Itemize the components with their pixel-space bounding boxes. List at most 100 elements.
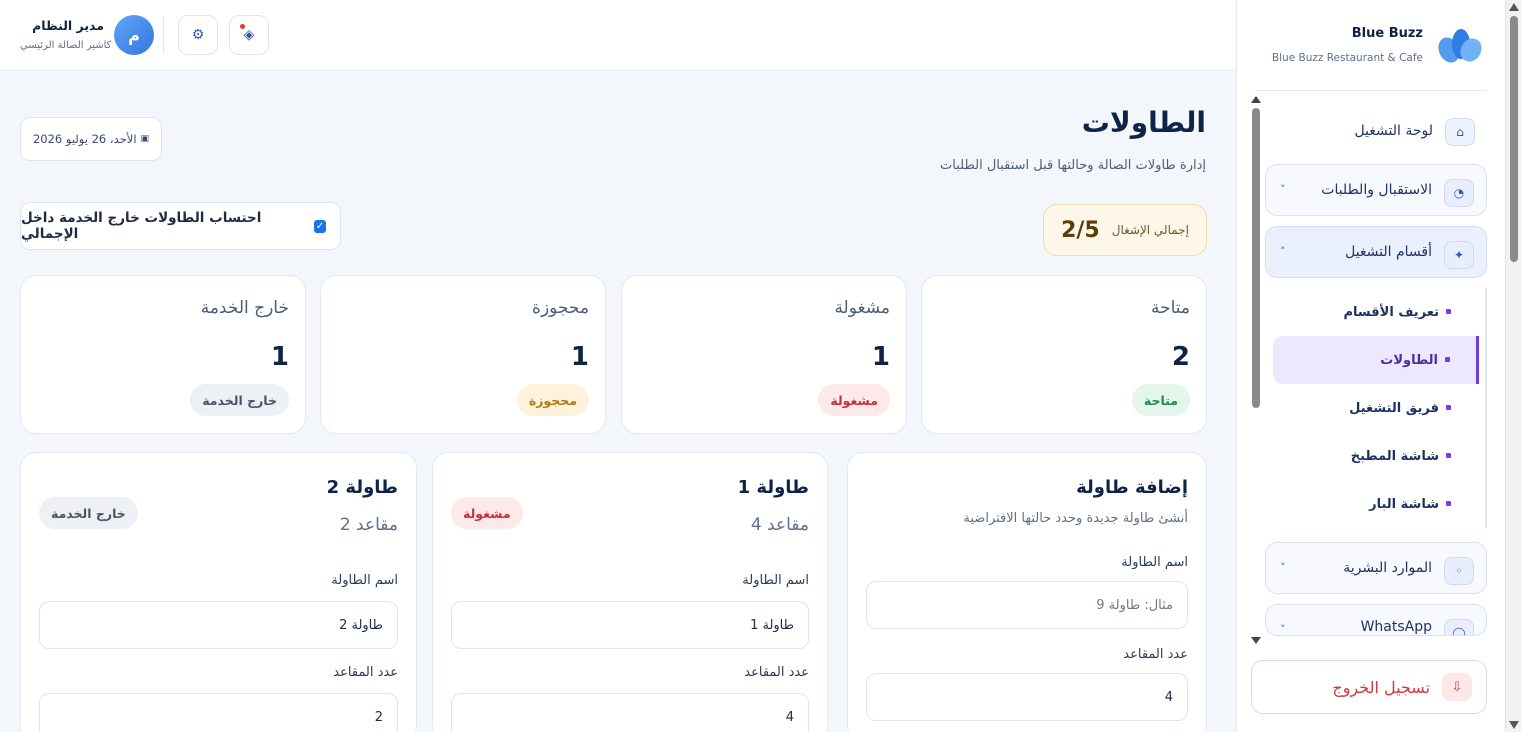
table-name-input[interactable]: طاولة 2 xyxy=(39,601,398,649)
calendar-icon: ▣ xyxy=(140,134,150,144)
status-badge[interactable]: مشغولة xyxy=(451,497,523,529)
notification-dot xyxy=(240,24,245,29)
table-name-input[interactable]: طاولة 1 xyxy=(451,601,809,649)
sidebar-subitem-sections[interactable]: تعريف الأقسام xyxy=(1273,288,1477,336)
divider xyxy=(163,16,164,54)
logout-button[interactable]: ⇩ تسجيل الخروج xyxy=(1251,660,1487,714)
scroll-up-icon[interactable] xyxy=(1509,3,1519,11)
status-badge: متاحة xyxy=(1131,384,1190,416)
bullet-icon xyxy=(1446,309,1451,314)
sidebar-item-reception[interactable]: ˅ ◔ الاستقبال والطلبات xyxy=(1265,164,1487,216)
home-icon: ⌂ xyxy=(1445,118,1475,146)
page-subtitle: إدارة طاولات الصالة وحالتها قبل استقبال … xyxy=(940,158,1206,173)
occupancy-label: إجمالي الإشغال xyxy=(1111,223,1189,237)
scroll-down-icon[interactable] xyxy=(1251,637,1261,644)
avatar[interactable]: م xyxy=(114,15,154,55)
notifications-button[interactable]: ◈ xyxy=(229,15,269,55)
sidebar-subitem-kitchen[interactable]: شاشة المطبخ xyxy=(1273,432,1477,480)
seats-label: عدد المقاعد xyxy=(1123,647,1188,662)
nav-scrollbar[interactable] xyxy=(1251,96,1261,644)
scroll-up-icon[interactable] xyxy=(1251,96,1261,103)
include-out-of-service-checkbox[interactable]: ✓ xyxy=(313,219,326,233)
chevron-down-icon: ˅ xyxy=(1280,183,1286,196)
bullet-icon xyxy=(1445,357,1450,362)
panel-subtitle: أنشئ طاولة جديدة وحدد حالتها الافتراضية xyxy=(963,511,1188,526)
table-name: طاولة 1 xyxy=(737,477,809,498)
bullet-icon xyxy=(1446,501,1451,506)
occupancy-value: 2/5 xyxy=(1061,217,1100,243)
top-header: مدير النظام كاشير الصالة الرئيسي م ⚙ ◈ xyxy=(0,0,1235,71)
date-text: الأحد، 26 يوليو 2026 xyxy=(32,132,137,146)
table-name-label: اسم الطاولة xyxy=(1121,555,1188,570)
stat-card-available: متاحة 2 متاحة xyxy=(921,275,1207,434)
scroll-down-icon[interactable] xyxy=(1509,721,1519,729)
sparkle-icon: ✦ xyxy=(1444,241,1474,269)
sidebar-subitem-label: شاشة المطبخ xyxy=(1350,448,1439,464)
seats-input[interactable]: 4 xyxy=(451,693,809,732)
sidebar-item-operations[interactable]: ˄ ✦ أقسام التشغيل xyxy=(1265,226,1487,278)
subnav-rail xyxy=(1485,288,1487,528)
table-name: طاولة 2 xyxy=(326,477,398,498)
status-badge: محجوزة xyxy=(516,384,589,416)
table-card-2: طاولة 2 2 مقاعد خارج الخدمة اسم الطاولة … xyxy=(20,452,417,732)
stat-value: 1 xyxy=(570,342,589,372)
sidebar-subnav: تعريف الأقسام الطاولات فريق التشغيل شاشة… xyxy=(1273,288,1487,528)
include-out-of-service-toggle[interactable]: احتساب الطاولات خارج الخدمة داخل الإجمال… xyxy=(20,202,341,250)
seats-label: عدد المقاعد xyxy=(333,665,398,680)
sidebar-subitem-label: الطاولات xyxy=(1380,352,1438,368)
status-badge: مشغولة xyxy=(818,384,890,416)
table-seats: 2 مقاعد xyxy=(339,515,398,535)
sidebar-item-hr[interactable]: ˅ ◦ الموارد البشرية xyxy=(1265,542,1487,594)
include-out-of-service-label: احتساب الطاولات خارج الخدمة داخل الإجمال… xyxy=(21,210,262,242)
user-role: كاشير الصالة الرئيسي xyxy=(20,40,112,51)
sidebar-item-whatsapp[interactable]: ˅ ◯ WhatsApp xyxy=(1265,604,1487,636)
table-name-label: اسم الطاولة xyxy=(742,573,809,588)
seats-input[interactable]: 2 xyxy=(39,693,398,732)
sidebar-subitem-tables[interactable]: الطاولات xyxy=(1273,336,1479,384)
table-name-input[interactable]: مثال: طاولة 9 xyxy=(866,581,1188,629)
seats-input[interactable]: 4 xyxy=(866,673,1188,721)
scroll-thumb[interactable] xyxy=(1510,16,1518,262)
user-name: مدير النظام xyxy=(32,18,104,33)
stat-value: 2 xyxy=(1171,342,1190,372)
stat-value: 1 xyxy=(270,342,289,372)
status-badge[interactable]: خارج الخدمة xyxy=(39,497,138,529)
stat-label: مشغولة xyxy=(834,298,890,318)
page-scrollbar[interactable] xyxy=(1505,0,1521,732)
sidebar-subitem-bar[interactable]: شاشة البار xyxy=(1273,480,1477,528)
page-title: الطاولات xyxy=(1081,106,1206,139)
diamond-icon: ◈ xyxy=(243,27,255,43)
scroll-thumb[interactable] xyxy=(1252,108,1260,408)
sidebar-nav: ⌂ لوحة التشغيل ˅ ◔ الاستقبال والطلبات ˄ … xyxy=(1265,104,1487,646)
sidebar-item-label: الاستقبال والطلبات xyxy=(1321,182,1432,198)
dot-icon: ◦ xyxy=(1444,557,1474,585)
table-seats: 4 مقاعد xyxy=(750,515,809,535)
status-badge: خارج الخدمة xyxy=(190,384,289,416)
pie-chart-icon: ◔ xyxy=(1444,179,1474,207)
sidebar-subitem-label: تعريف الأقسام xyxy=(1343,304,1439,320)
stat-label: خارج الخدمة xyxy=(200,298,289,318)
stat-value: 1 xyxy=(871,342,890,372)
circle-icon: ◯ xyxy=(1444,619,1474,635)
stat-card-out-of-service: خارج الخدمة 1 خارج الخدمة xyxy=(20,275,306,434)
divider xyxy=(1255,90,1487,91)
bullet-icon xyxy=(1446,453,1451,458)
chevron-down-icon: ˅ xyxy=(1280,623,1286,636)
occupancy-badge: 2/5 إجمالي الإشغال xyxy=(1043,204,1207,256)
sidebar-item-label: أقسام التشغيل xyxy=(1345,244,1432,260)
sidebar-subitem-label: شاشة البار xyxy=(1369,496,1439,512)
stat-label: متاحة xyxy=(1150,298,1190,318)
gear-icon: ⚙ xyxy=(191,27,205,43)
settings-button[interactable]: ⚙ xyxy=(178,15,218,55)
table-name-label: اسم الطاولة xyxy=(331,573,398,588)
add-table-panel: إضافة طاولة أنشئ طاولة جديدة وحدد حالتها… xyxy=(847,452,1207,732)
sidebar-item-dashboard[interactable]: ⌂ لوحة التشغيل xyxy=(1265,104,1487,158)
brand-subtitle: Blue Buzz Restaurant & Cafe xyxy=(1271,52,1423,64)
sidebar-item-label: WhatsApp xyxy=(1360,619,1432,635)
sidebar-subitem-team[interactable]: فريق التشغيل xyxy=(1273,384,1477,432)
stat-label: محجوزة xyxy=(532,298,589,318)
chevron-up-icon: ˄ xyxy=(1280,245,1286,258)
sidebar-subitem-label: فريق التشغيل xyxy=(1349,400,1439,416)
stat-card-occupied: مشغولة 1 مشغولة xyxy=(621,275,907,434)
logout-label: تسجيل الخروج xyxy=(1332,677,1430,697)
